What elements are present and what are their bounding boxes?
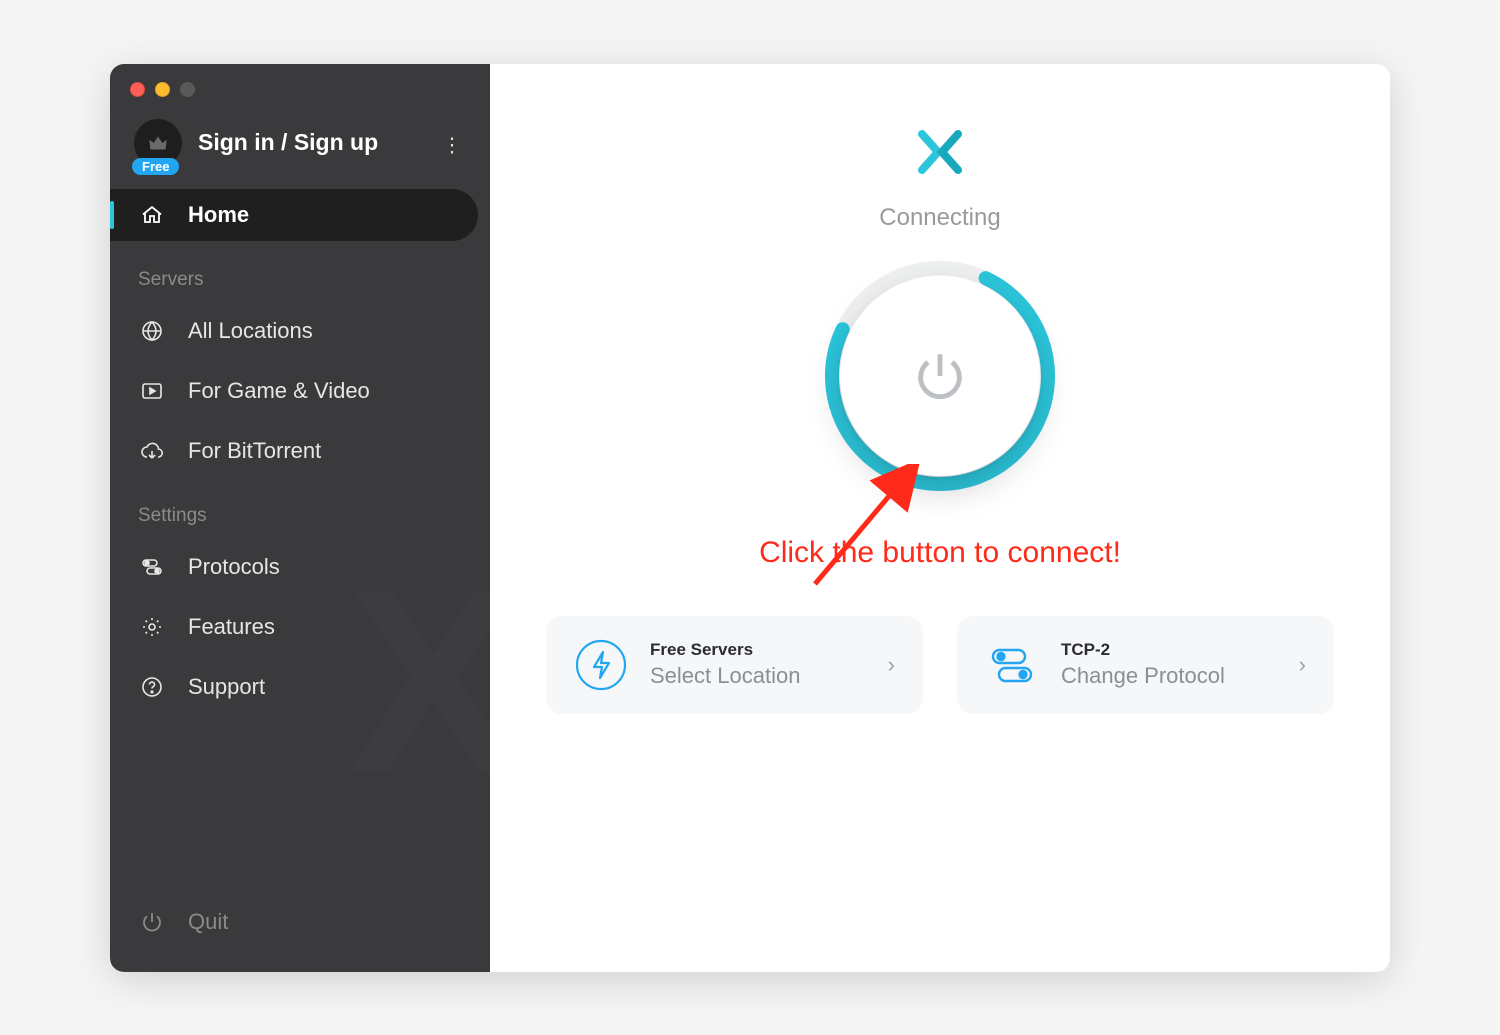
card-change-protocol[interactable]: TCP-2 Change Protocol ›	[957, 616, 1334, 714]
window-minimize-button[interactable]	[155, 82, 170, 97]
chevron-right-icon: ›	[1299, 652, 1306, 678]
sidebar-item-support[interactable]: Support	[110, 661, 478, 713]
bolt-circle-icon	[574, 638, 628, 692]
power-icon	[911, 347, 969, 405]
protocol-toggles-icon	[985, 638, 1039, 692]
sidebar-item-label: For BitTorrent	[188, 438, 321, 464]
play-icon	[138, 377, 166, 405]
connection-status-text: Connecting	[879, 204, 1000, 232]
sidebar: Free Sign in / Sign up ⋮ Home Servers Al…	[110, 64, 490, 972]
download-cloud-icon	[138, 437, 166, 465]
card-subtitle: Change Protocol	[1061, 663, 1277, 689]
sidebar-item-label: Support	[188, 674, 265, 700]
section-heading-settings: Settings	[110, 481, 490, 537]
account-header[interactable]: Free Sign in / Sign up ⋮	[110, 105, 490, 185]
card-select-location[interactable]: Free Servers Select Location ›	[546, 616, 923, 714]
sidebar-item-all-locations[interactable]: All Locations	[110, 305, 478, 357]
section-heading-servers: Servers	[110, 245, 490, 301]
sidebar-item-bittorrent[interactable]: For BitTorrent	[110, 425, 478, 477]
sidebar-item-label: Protocols	[188, 554, 280, 580]
window-controls	[110, 64, 490, 105]
app-window: Free Sign in / Sign up ⋮ Home Servers Al…	[110, 64, 1390, 972]
toggles-icon	[138, 553, 166, 581]
globe-icon	[138, 317, 166, 345]
chevron-right-icon: ›	[888, 652, 895, 678]
sidebar-item-label: All Locations	[188, 318, 313, 344]
card-subtitle: Select Location	[650, 663, 866, 689]
window-zoom-disabled	[180, 82, 195, 97]
card-title: Free Servers	[650, 640, 866, 660]
card-title: TCP-2	[1061, 640, 1277, 660]
sidebar-item-label: Features	[188, 614, 275, 640]
sidebar-item-quit[interactable]: Quit	[110, 892, 490, 952]
sidebar-item-protocols[interactable]: Protocols	[110, 541, 478, 593]
sidebar-item-label: Home	[188, 202, 249, 228]
app-logo-x-icon	[916, 128, 964, 176]
free-badge: Free	[132, 158, 179, 175]
main-panel: Connecting Click the button to connect! …	[490, 64, 1390, 972]
sidebar-item-game-video[interactable]: For Game & Video	[110, 365, 478, 417]
bottom-cards: Free Servers Select Location › TCP-2 Cha…	[490, 616, 1390, 714]
window-close-button[interactable]	[130, 82, 145, 97]
gear-icon	[138, 613, 166, 641]
help-icon	[138, 673, 166, 701]
sidebar-item-home[interactable]: Home	[110, 189, 478, 241]
avatar-wrap: Free	[134, 119, 182, 167]
sidebar-item-features[interactable]: Features	[110, 601, 478, 653]
home-icon	[138, 201, 166, 229]
more-menu-icon[interactable]: ⋮	[442, 132, 464, 157]
connect-power-button[interactable]	[840, 276, 1040, 476]
sidebar-item-label: For Game & Video	[188, 378, 370, 404]
sidebar-item-label: Quit	[188, 909, 228, 935]
annotation-text: Click the button to connect!	[759, 536, 1121, 570]
connect-button-wrap	[820, 256, 1060, 496]
power-icon	[138, 908, 166, 936]
sign-in-sign-up-label: Sign in / Sign up	[198, 129, 378, 156]
